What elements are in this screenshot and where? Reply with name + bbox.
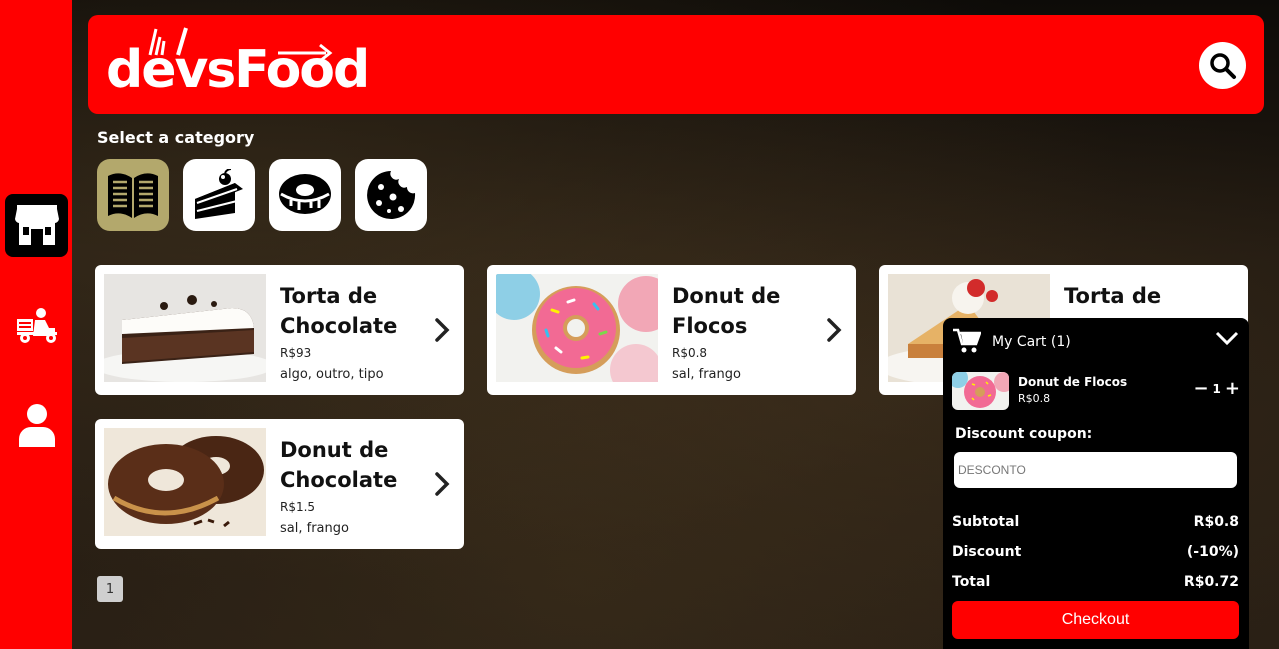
chevron-right-icon xyxy=(435,318,450,342)
product-image xyxy=(496,274,658,382)
decrease-qty-button[interactable]: − xyxy=(1193,380,1208,398)
product-card-torta-chocolate[interactable]: Torta de Chocolate R$93 algo, outro, tip… xyxy=(95,265,464,395)
cart-item: Donut de Flocos R$0.8 − 1 + xyxy=(952,372,1240,412)
store-icon xyxy=(14,204,59,245)
chevron-right-icon xyxy=(435,472,450,496)
product-name: Donut de Flocos xyxy=(672,284,781,338)
pagination-page-1[interactable]: 1 xyxy=(97,576,123,602)
coupon-label: Discount coupon: xyxy=(955,426,1093,442)
user-icon xyxy=(18,403,55,447)
category-cakes[interactable] xyxy=(183,159,255,231)
fork-knife-icon xyxy=(148,27,188,56)
quantity-value: 1 xyxy=(1212,382,1221,396)
cart-item-name: Donut de Flocos xyxy=(1018,375,1128,389)
category-all[interactable] xyxy=(97,159,169,231)
product-name: Torta de xyxy=(1064,284,1162,308)
quantity-stepper: − 1 + xyxy=(1193,380,1240,398)
product-ingredients: algo, outro, tipo xyxy=(280,367,384,382)
coupon-input[interactable] xyxy=(954,452,1237,488)
logo-text-s: s xyxy=(206,41,236,99)
product-ingredients: sal, frango xyxy=(672,367,741,382)
product-card-donut-flocos[interactable]: Donut de Flocos R$0.8 sal, frango xyxy=(487,265,856,395)
total-row: Total R$0.72 xyxy=(952,574,1239,590)
subtotal-value: R$0.8 xyxy=(1193,514,1239,530)
checkout-button[interactable]: Checkout xyxy=(952,601,1239,639)
discount-row: Discount (-10%) xyxy=(952,544,1239,560)
cart-item-price: R$0.8 xyxy=(1018,392,1051,405)
subtotal-label: Subtotal xyxy=(952,514,1020,530)
product-price: R$93 xyxy=(280,346,312,360)
header: devsFood xyxy=(88,15,1264,114)
category-donuts[interactable] xyxy=(269,159,341,231)
product-price: R$1.5 xyxy=(280,500,316,514)
increase-qty-button[interactable]: + xyxy=(1225,380,1240,398)
sidebar-item-store[interactable] xyxy=(5,194,68,257)
category-list xyxy=(97,159,427,231)
cart-header[interactable]: My Cart (1) xyxy=(953,328,1239,358)
devsfood-logo: devsFood xyxy=(106,27,370,101)
product-card-donut-chocolate[interactable]: Donut de Chocolate R$1.5 sal, frango xyxy=(95,419,464,549)
total-value: R$0.72 xyxy=(1183,574,1239,590)
chevron-down-icon[interactable] xyxy=(1215,330,1239,346)
cart-panel: My Cart (1) Donut de Flocos R$0.8 − 1 + … xyxy=(943,318,1249,649)
search-icon xyxy=(1209,52,1236,79)
category-title: Select a category xyxy=(97,128,255,147)
cart-title: My Cart (1) xyxy=(992,334,1071,350)
discount-label: Discount xyxy=(952,544,1022,560)
menu-book-icon xyxy=(108,173,158,218)
sidebar-item-profile[interactable] xyxy=(5,393,68,456)
donut-icon xyxy=(279,174,331,214)
product-price: R$0.8 xyxy=(672,346,708,360)
product-image xyxy=(104,274,266,382)
cart-item-image xyxy=(952,372,1009,410)
cake-icon xyxy=(195,169,243,219)
sidebar-item-orders[interactable] xyxy=(5,295,68,358)
chevron-right-icon xyxy=(827,318,842,342)
cart-icon xyxy=(953,328,981,353)
arrow-icon xyxy=(278,43,333,63)
product-ingredients: sal, frango xyxy=(280,521,349,536)
delivery-icon xyxy=(16,307,57,343)
product-name: Torta de Chocolate xyxy=(280,284,398,338)
category-cookies[interactable] xyxy=(355,159,427,231)
discount-value: (-10%) xyxy=(1186,544,1239,560)
cookie-icon xyxy=(367,171,416,219)
product-image xyxy=(104,428,266,536)
sidebar xyxy=(0,0,72,649)
subtotal-row: Subtotal R$0.8 xyxy=(952,514,1239,530)
product-name: Donut de Chocolate xyxy=(280,438,398,492)
total-label: Total xyxy=(952,574,991,590)
search-button[interactable] xyxy=(1199,42,1246,89)
